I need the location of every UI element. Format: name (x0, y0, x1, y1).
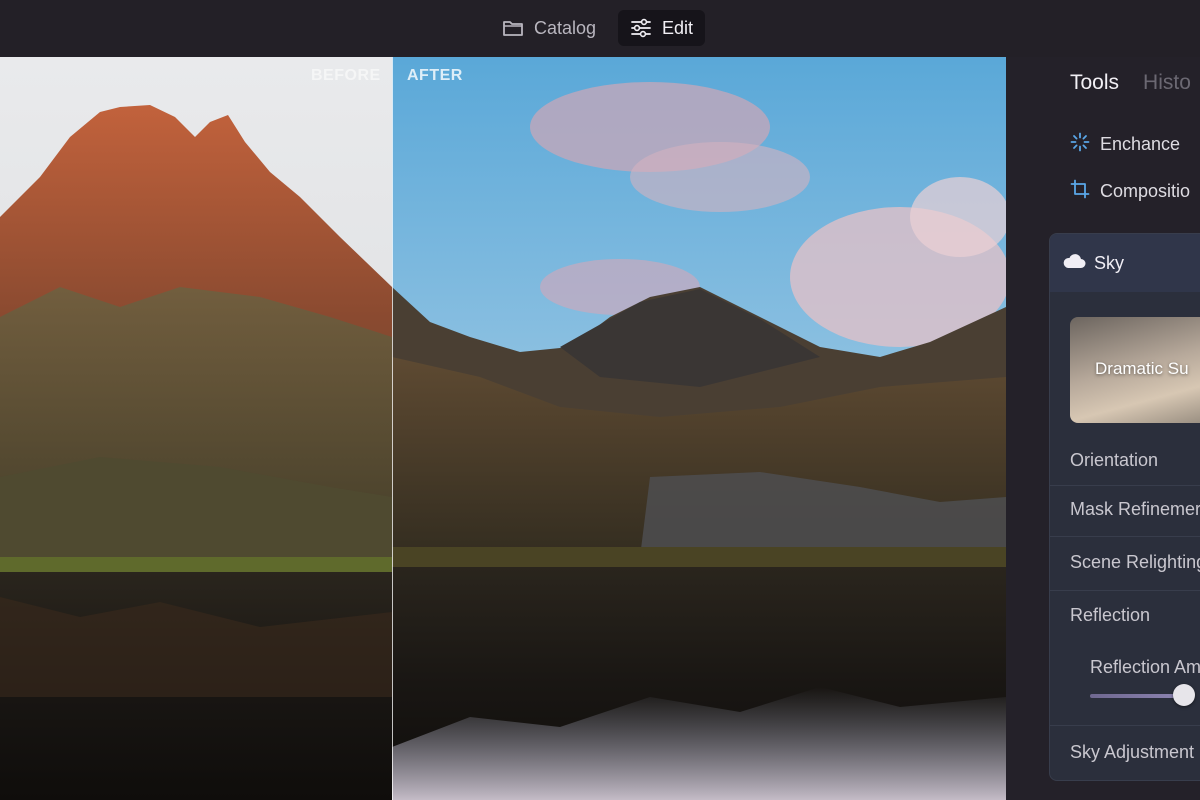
option-reflection[interactable]: Reflection (1070, 605, 1150, 626)
panel-tabs: Tools Histo (1070, 71, 1191, 95)
top-bar: Catalog Edit (0, 0, 1200, 57)
tool-enhance-label: Enchance (1100, 134, 1181, 154)
before-after-divider[interactable] (392, 57, 393, 800)
tab-tools[interactable]: Tools (1070, 71, 1119, 95)
cloud-icon (1062, 252, 1086, 275)
sky-title: Sky (1094, 252, 1125, 273)
sky-header[interactable]: Sky (1050, 234, 1200, 292)
right-panel: Tools Histo Enchance Compositio Sky Dram… (1006, 57, 1200, 800)
tool-enhance[interactable]: Enchance (1070, 132, 1180, 157)
crop-icon (1070, 179, 1090, 204)
edit-label: Edit (662, 17, 694, 38)
sky-preset-label: Dramatic Su (1095, 359, 1189, 378)
catalog-tab[interactable]: Catalog (490, 10, 608, 46)
photo-canvas[interactable]: BEFORE AFTER (0, 57, 1006, 800)
divider (1050, 590, 1200, 591)
catalog-label: Catalog (534, 17, 597, 38)
option-orientation[interactable]: Orientation (1070, 450, 1158, 471)
sky-preset-thumbnail[interactable]: Dramatic Su (1070, 317, 1200, 423)
reflection-amount-slider-handle[interactable] (1173, 684, 1195, 706)
sky-section: Sky Dramatic Su Orientation Mask Refinem… (1049, 233, 1200, 781)
tool-composition-label: Compositio (1100, 181, 1191, 201)
folder-icon (502, 18, 524, 38)
before-label: BEFORE (311, 67, 381, 84)
sliders-icon (630, 18, 652, 38)
option-sky-adjustments[interactable]: Sky Adjustment (1070, 742, 1194, 763)
divider (1050, 725, 1200, 726)
tab-history[interactable]: Histo (1143, 71, 1191, 95)
edit-tab[interactable]: Edit (618, 10, 706, 46)
landscape-image (0, 57, 1006, 800)
reflection-amount-label: Reflection Am (1090, 657, 1200, 677)
divider (1050, 536, 1200, 537)
option-mask-refinement[interactable]: Mask Refinemer (1070, 499, 1200, 520)
after-label: AFTER (407, 67, 463, 84)
sparkle-icon (1070, 132, 1090, 157)
option-scene-relighting[interactable]: Scene Relighting (1070, 552, 1200, 573)
divider (1050, 485, 1200, 486)
tool-composition[interactable]: Compositio (1070, 179, 1190, 204)
